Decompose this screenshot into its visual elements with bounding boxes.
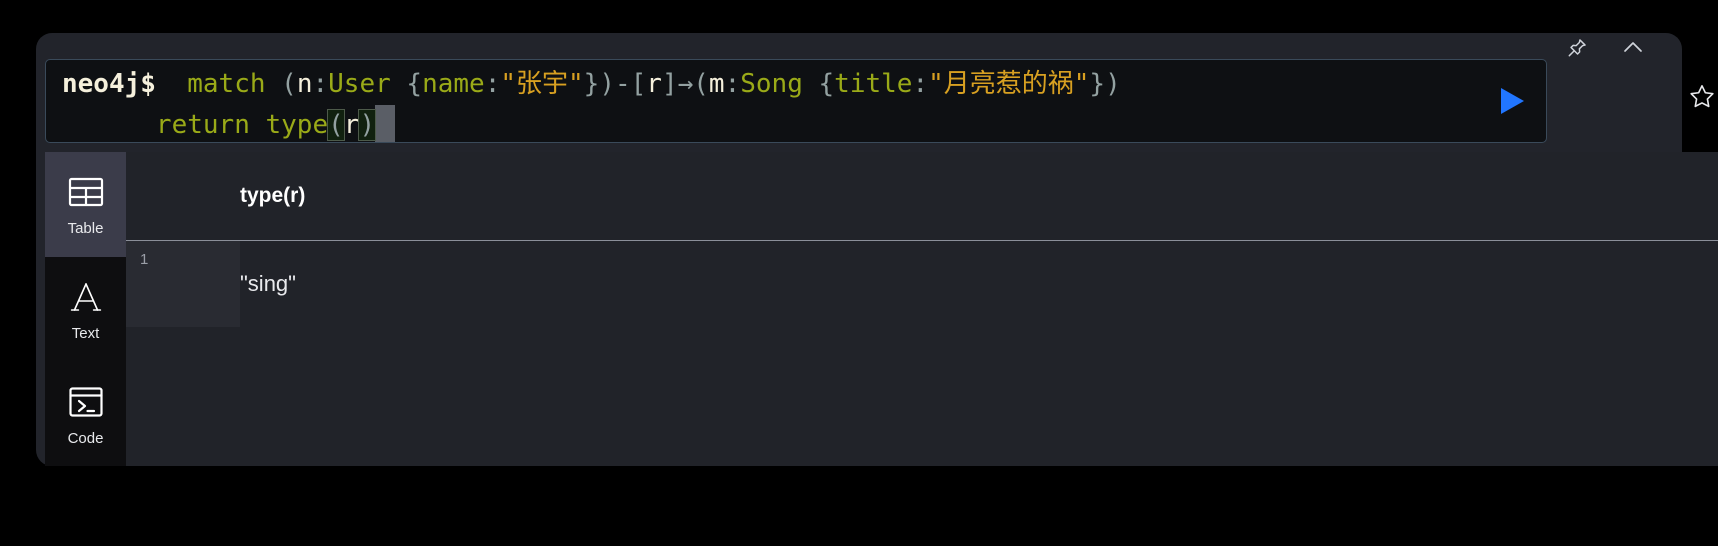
code-terminal-icon	[66, 382, 106, 422]
token-paren-close: )	[599, 69, 615, 99]
token-colon2: :	[484, 69, 501, 99]
text-cursor	[375, 105, 396, 142]
table-header-row: type(r)	[126, 152, 1718, 241]
token-return: return	[155, 110, 250, 140]
token-bracket-open-highlight: (	[327, 109, 345, 141]
token-label-user: User	[328, 69, 391, 99]
sidebar-item-text-label: Text	[71, 325, 100, 342]
result-table-body: 1 "sing"	[126, 240, 1718, 327]
token-var-n: n	[296, 69, 313, 99]
token-space1	[266, 69, 282, 99]
token-fn-type: type	[265, 110, 329, 140]
pin-icon[interactable]	[1564, 35, 1590, 61]
token-key-name: name	[422, 69, 485, 99]
row-index-header	[126, 152, 240, 241]
table-icon	[66, 172, 106, 212]
token-arrow: →	[677, 69, 694, 99]
result-cell-type-r[interactable]: "sing"	[240, 240, 1718, 327]
cypher-editor-code[interactable]: neo4j$ match (n:User {name:"张宇"})-[r]→(m…	[62, 64, 1486, 142]
editor-space	[156, 69, 187, 99]
sidebar-item-table-label: Table	[67, 220, 104, 238]
text-a-icon	[66, 277, 106, 317]
sidebar-item-code[interactable]: Code	[45, 361, 126, 466]
token-var-r: r	[646, 69, 662, 99]
token-var-m: m	[708, 69, 725, 99]
table-row: 1 "sing"	[126, 240, 1718, 327]
token-paren-open2: (	[693, 69, 709, 99]
token-string-name: "张宇"	[500, 69, 584, 99]
token-brace-close2: }	[1089, 69, 1106, 99]
token-colon4: :	[912, 69, 929, 99]
chevron-up-icon[interactable]	[1620, 35, 1646, 61]
cypher-editor[interactable]: neo4j$ match (n:User {name:"张宇"})-[r]→(m…	[45, 59, 1547, 143]
token-space2	[250, 110, 266, 140]
sidebar-item-table[interactable]: Table	[45, 152, 126, 257]
window-controls	[1410, 33, 1670, 63]
token-label-song: Song	[740, 69, 803, 99]
token-string-title: "月亮惹的祸"	[928, 69, 1090, 99]
sidebar-item-code-label: Code	[67, 429, 104, 447]
token-match: match	[187, 69, 266, 99]
token-brace-open: {	[390, 69, 423, 99]
favorite-star-button[interactable]	[1688, 82, 1716, 110]
token-colon1: :	[312, 69, 329, 99]
result-table-head: type(r)	[126, 152, 1718, 241]
results-table-pane: type(r) 1 "sing"	[126, 152, 1718, 466]
editor-prompt: neo4j$	[62, 69, 156, 99]
star-icon	[1690, 85, 1714, 108]
token-paren-close2: )	[1105, 69, 1121, 99]
token-rel-open: -[	[614, 69, 647, 99]
app-root: neo4j$ match (n:User {name:"张宇"})-[r]→(m…	[0, 0, 1718, 546]
run-query-button[interactable]	[1494, 83, 1530, 119]
token-fn-arg-r: r	[343, 110, 360, 140]
token-key-title: title	[834, 69, 913, 99]
token-rel-close: ]	[661, 69, 678, 99]
token-brace-open2: {	[802, 69, 835, 99]
result-view-switcher: Table Text Code	[45, 152, 126, 466]
results-region: Table Text Code type(r) 1 "sing"	[45, 152, 1718, 466]
result-table: type(r) 1 "sing"	[126, 152, 1718, 327]
sidebar-item-text[interactable]: Text	[45, 257, 126, 362]
column-header-type-r[interactable]: type(r)	[240, 152, 1718, 241]
token-paren-open: (	[281, 69, 297, 99]
row-index-cell: 1	[126, 240, 240, 327]
token-colon3: :	[724, 69, 741, 99]
token-brace-close: }	[583, 69, 600, 99]
play-icon	[1501, 88, 1524, 114]
token-bracket-close-highlight: )	[358, 109, 377, 141]
